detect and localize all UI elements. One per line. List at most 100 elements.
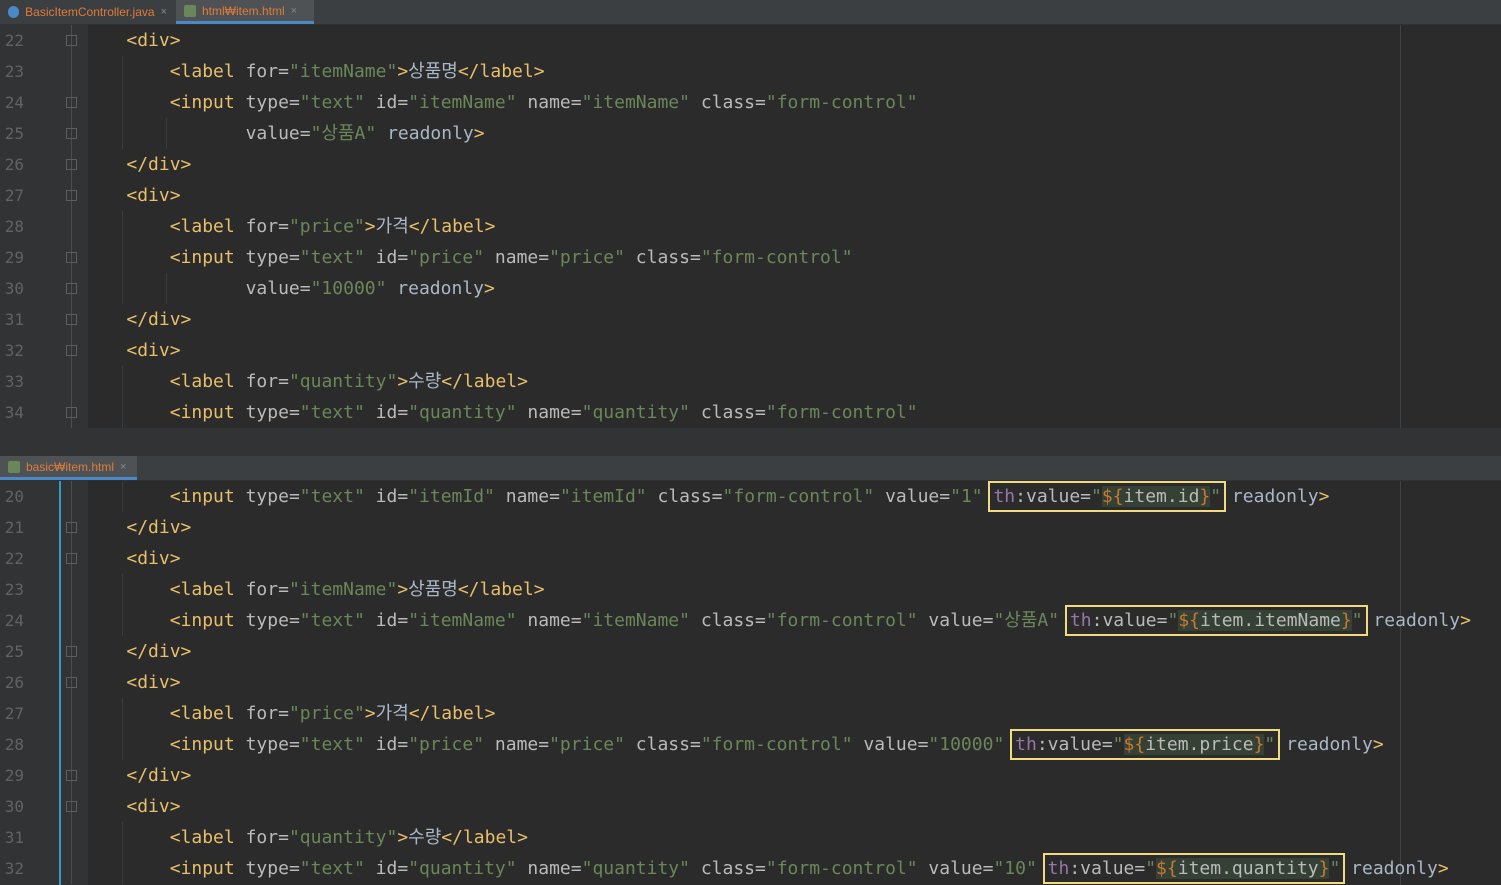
close-icon[interactable]: × xyxy=(161,6,167,18)
line-number: 23 xyxy=(4,62,24,81)
indent-guide xyxy=(122,605,123,636)
change-marker-bar xyxy=(59,481,61,885)
fold-marker-icon[interactable] xyxy=(66,522,77,533)
bottom-tab-bar: basic₩item.html × xyxy=(0,456,1501,481)
tab-basic-item-html[interactable]: basic₩item.html × xyxy=(0,456,137,480)
code-line[interactable]: </div> xyxy=(83,512,191,543)
fold-marker-icon[interactable] xyxy=(66,770,77,781)
code-line[interactable]: <label for="quantity">수량</label> xyxy=(83,366,528,397)
code-line[interactable]: <div> xyxy=(83,667,180,698)
fold-marker-icon[interactable] xyxy=(66,252,77,263)
indent-guide xyxy=(122,56,123,87)
tab-html-item-html[interactable]: html₩item.html × xyxy=(176,0,314,24)
indent-guide xyxy=(166,273,167,304)
indent-guide xyxy=(122,397,123,428)
code-line[interactable]: <div> xyxy=(83,25,180,56)
thymeleaf-value-highlight: th:value="${item.quantity}" xyxy=(1042,853,1346,884)
line-number: 25 xyxy=(4,642,24,661)
fold-marker-icon[interactable] xyxy=(66,345,77,356)
fold-guide-line xyxy=(71,25,72,428)
line-number: 22 xyxy=(4,31,24,50)
top-code-editor[interactable]: 22 <div> 23 <label for="itemName">상품명</la… xyxy=(0,25,1501,428)
java-class-icon xyxy=(8,6,20,18)
html-file-icon xyxy=(8,460,20,473)
bottom-code-editor[interactable]: 20 <input type="text" id="itemId" name="… xyxy=(0,481,1501,885)
fold-marker-icon[interactable] xyxy=(66,407,77,418)
code-line[interactable]: <input type="text" id="quantity" name="q… xyxy=(83,397,918,428)
code-line[interactable]: <input type="text" id="itemName" name="i… xyxy=(83,605,1471,636)
thymeleaf-value-highlight: th:value="${item.itemName}" xyxy=(1064,605,1368,636)
code-line[interactable]: <div> xyxy=(83,543,180,574)
top-tab-bar: BasicItemController.java × html₩item.htm… xyxy=(0,0,1501,25)
indent-guide xyxy=(166,118,167,149)
line-number: 29 xyxy=(4,248,24,267)
code-line[interactable]: </div> xyxy=(83,149,191,180)
tab-label: html₩item.html xyxy=(202,3,285,18)
indent-guide xyxy=(122,211,123,242)
code-line[interactable]: <label for="itemName">상품명</label> xyxy=(83,574,545,605)
indent-guide xyxy=(122,853,123,884)
html-file-icon xyxy=(184,4,196,17)
fold-marker-icon[interactable] xyxy=(66,646,77,657)
code-line[interactable]: <label for="itemName">상품명</label> xyxy=(83,56,545,87)
indent-guide xyxy=(122,118,123,149)
line-number: 23 xyxy=(4,580,24,599)
code-line[interactable]: <input type="text" id="price" name="pric… xyxy=(83,729,1384,760)
line-number: 29 xyxy=(4,766,24,785)
code-line[interactable]: <label for="quantity">수량</label> xyxy=(83,822,528,853)
tab-label: BasicItemController.java xyxy=(25,5,155,19)
fold-marker-icon[interactable] xyxy=(66,190,77,201)
code-line[interactable]: value="상품A" readonly> xyxy=(83,118,485,149)
tab-label: basic₩item.html xyxy=(26,459,115,474)
tab-basic-item-controller-java[interactable]: BasicItemController.java × xyxy=(0,0,175,24)
close-icon[interactable]: × xyxy=(291,5,297,17)
code-line[interactable]: </div> xyxy=(83,760,191,791)
thymeleaf-value-highlight: th:value="${item.price}" xyxy=(1010,729,1281,760)
fold-marker-icon[interactable] xyxy=(66,97,77,108)
fold-marker-icon[interactable] xyxy=(66,159,77,170)
line-number: 27 xyxy=(4,704,24,723)
fold-marker-icon[interactable] xyxy=(66,314,77,325)
thymeleaf-value-highlight: th:value="${item.id}" xyxy=(988,481,1227,512)
line-number: 20 xyxy=(4,487,24,506)
line-number: 33 xyxy=(4,372,24,391)
indent-guide xyxy=(122,481,123,512)
fold-marker-icon[interactable] xyxy=(66,283,77,294)
code-line[interactable]: <div> xyxy=(83,791,180,822)
code-line[interactable]: <div> xyxy=(83,180,180,211)
line-number: 31 xyxy=(4,828,24,847)
fold-marker-icon[interactable] xyxy=(66,128,77,139)
line-number: 32 xyxy=(4,859,24,878)
code-line[interactable]: <div> xyxy=(83,335,180,366)
editor-split-divider[interactable] xyxy=(0,428,1501,456)
indent-guide xyxy=(122,87,123,118)
code-line[interactable]: <label for="price">가격</label> xyxy=(83,211,496,242)
line-number: 26 xyxy=(4,673,24,692)
code-line[interactable]: value="10000" readonly> xyxy=(83,273,495,304)
fold-marker-icon[interactable] xyxy=(66,677,77,688)
code-line[interactable]: <input type="text" id="price" name="pric… xyxy=(83,242,853,273)
line-number: 30 xyxy=(4,279,24,298)
line-number: 34 xyxy=(4,403,24,422)
fold-marker-icon[interactable] xyxy=(66,553,77,564)
indent-guide xyxy=(122,242,123,273)
indent-guide xyxy=(122,729,123,760)
code-line[interactable]: <input type="text" id="itemName" name="i… xyxy=(83,87,918,118)
code-line[interactable]: <input type="text" id="itemId" name="ite… xyxy=(83,481,1329,512)
line-number: 26 xyxy=(4,155,24,174)
code-line[interactable]: </div> xyxy=(83,636,191,667)
close-icon[interactable]: × xyxy=(120,461,126,473)
right-margin-guide xyxy=(1400,481,1401,885)
line-number: 22 xyxy=(4,549,24,568)
indent-guide xyxy=(122,366,123,397)
code-line[interactable]: </div> xyxy=(83,304,191,335)
fold-marker-icon[interactable] xyxy=(66,35,77,46)
line-number: 30 xyxy=(4,797,24,816)
line-number: 28 xyxy=(4,735,24,754)
code-line[interactable]: <label for="price">가격</label> xyxy=(83,698,496,729)
indent-guide xyxy=(122,822,123,853)
code-line[interactable]: <input type="text" id="quantity" name="q… xyxy=(83,853,1449,884)
line-number: 24 xyxy=(4,611,24,630)
right-margin-guide xyxy=(1400,25,1401,428)
fold-marker-icon[interactable] xyxy=(66,801,77,812)
